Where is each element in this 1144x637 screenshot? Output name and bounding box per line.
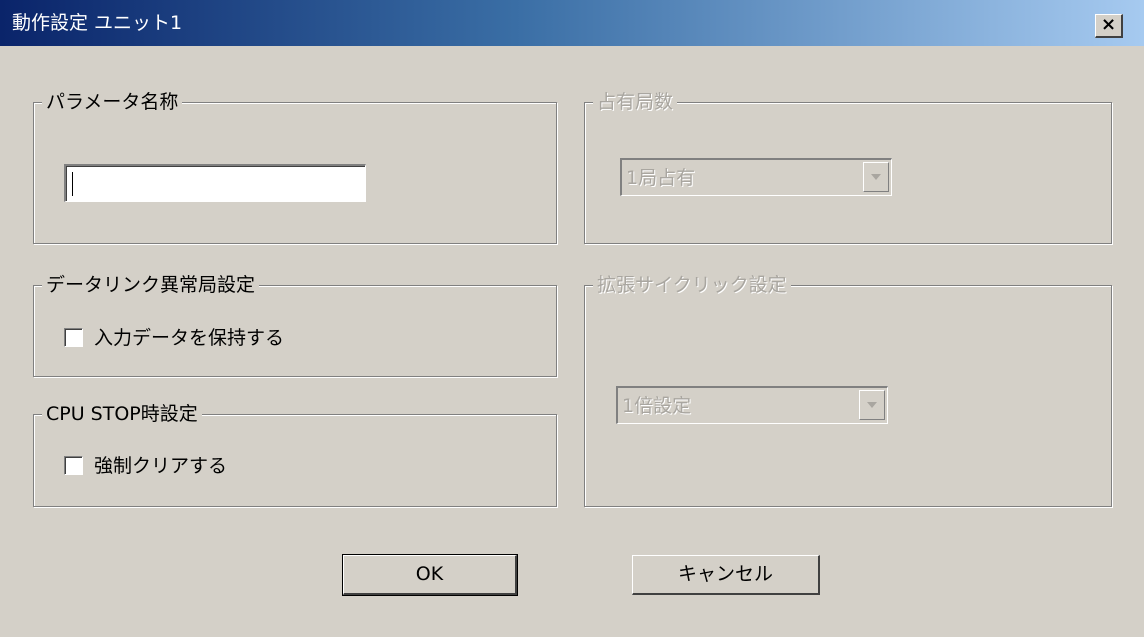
title-bar[interactable]: 動作設定 ユニット1 × — [0, 0, 1144, 46]
close-icon: × — [1100, 14, 1117, 35]
hold-input-data-checkbox[interactable] — [64, 328, 83, 347]
parameter-name-input[interactable] — [64, 164, 366, 202]
hold-input-data-label: 入力データを保持する — [94, 327, 285, 349]
window-title: 動作設定 ユニット1 — [12, 12, 183, 34]
force-clear-checkbox[interactable] — [64, 456, 83, 475]
hold-input-data-option[interactable]: 入力データを保持する — [64, 324, 364, 350]
occupied-stations-select[interactable]: 1局占有 — [620, 158, 892, 196]
operation-settings-dialog: 動作設定 ユニット1 × パラメータ名称 占有局数 1局占有 データリンク異常局… — [0, 0, 1144, 637]
ok-button[interactable]: OK — [342, 554, 518, 596]
cancel-button[interactable]: キャンセル — [632, 555, 820, 595]
parameter-name-label: パラメータ名称 — [42, 89, 183, 115]
force-clear-label: 強制クリアする — [94, 455, 228, 477]
extended-cyclic-dropdown-button[interactable] — [859, 390, 885, 420]
extended-cyclic-select[interactable]: 1倍設定 — [616, 386, 888, 424]
text-caret — [72, 172, 73, 196]
occupied-stations-value: 1局占有 — [626, 167, 696, 189]
extended-cyclic-value: 1倍設定 — [622, 395, 692, 417]
force-clear-option[interactable]: 強制クリアする — [64, 452, 314, 478]
extended-cyclic-label: 拡張サイクリック設定 — [593, 272, 791, 298]
occupied-stations-dropdown-button[interactable] — [863, 162, 889, 192]
occupied-stations-label: 占有局数 — [593, 89, 678, 115]
chevron-down-icon — [867, 402, 877, 408]
chevron-down-icon — [871, 174, 881, 180]
cpu-stop-label: CPU STOP時設定 — [42, 401, 202, 427]
close-button[interactable]: × — [1095, 14, 1123, 38]
data-link-error-label: データリンク異常局設定 — [42, 272, 260, 298]
